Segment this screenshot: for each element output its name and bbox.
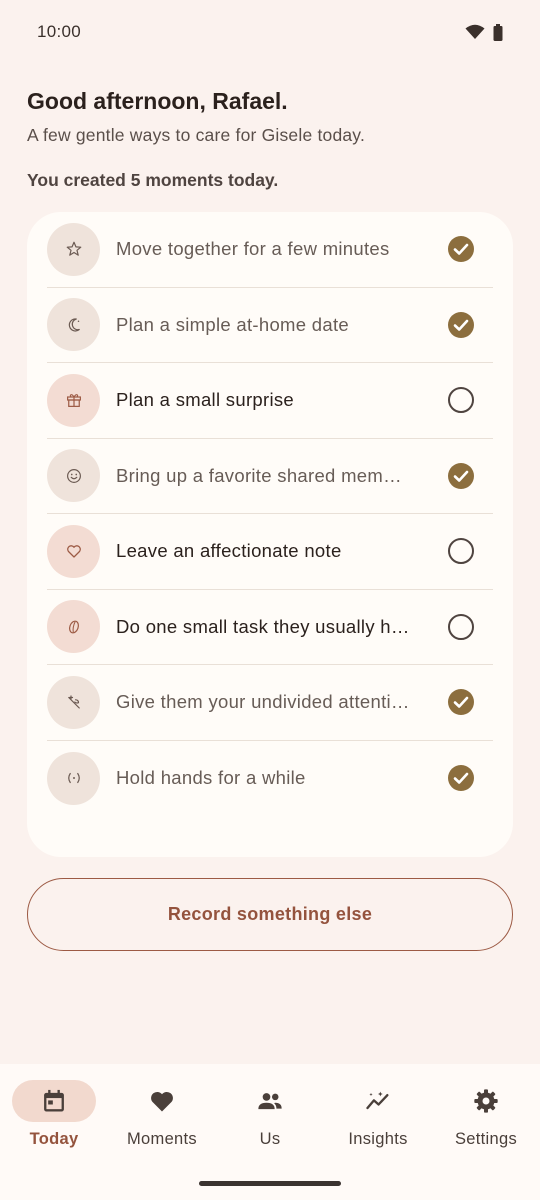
row-icon-badge [47,298,100,352]
heart-icon [66,545,81,558]
moment-row-move-together[interactable]: Move together for a few minutes [47,212,493,288]
moments-summary: You created 5 moments today. [27,170,279,190]
empty-circle-icon[interactable] [447,613,475,641]
gear-icon [474,1089,498,1113]
nav-active-indicator [12,1080,96,1122]
nav-label: Moments [127,1130,197,1148]
moment-label: Give them your undivided attenti… [116,691,410,713]
moment-label: Bring up a favorite shared mem… [116,464,402,486]
checked-circle-icon[interactable] [447,688,475,716]
subtitle: A few gentle ways to care for Gisele tod… [27,125,366,145]
calendar-icon [44,1089,64,1112]
checked-circle-icon[interactable] [447,462,475,490]
moment-row-hold-hands[interactable]: Hold hands for a while [47,741,493,817]
row-icon-badge [47,373,100,427]
nav-icon-container [444,1080,528,1122]
nav-item-insights[interactable]: Insights [324,1064,432,1200]
status-bar: 10:00 [0,0,540,64]
checked-circle-icon[interactable] [447,235,475,263]
moment-row-undivided-attention[interactable]: Give them your undivided attenti… [47,665,493,741]
row-icon-badge [47,600,100,654]
wifi-icon [465,24,485,39]
row-icon-badge [47,222,100,276]
moment-row-small-surprise[interactable]: Plan a small surprise [47,363,493,439]
star-icon [66,241,81,256]
moon-icon [68,318,80,332]
people-icon [258,1093,282,1110]
checked-circle-icon[interactable] [447,764,475,792]
moments-card: Move together for a few minutes Plan a s… [27,212,513,857]
row-icon-badge [47,675,100,729]
checked-circle-icon[interactable] [447,311,475,339]
moment-label: Plan a small surprise [116,389,295,411]
nav-item-us[interactable]: Us [216,1064,324,1200]
nav-label: Insights [348,1130,408,1148]
moment-label: Move together for a few minutes [116,238,390,260]
row-icon-badge [47,524,100,578]
battery-icon [493,23,503,41]
sparkle-icon [67,695,80,709]
moment-label: Plan a simple at-home date [116,313,350,335]
row-icon-badge [47,751,100,805]
bottom-navigation: Today Moments Us Insights Settings [0,1064,540,1200]
insights-icon [366,1091,389,1110]
row-icon-badge [47,449,100,503]
empty-circle-icon[interactable] [447,386,475,414]
home-indicator[interactable] [199,1181,341,1186]
status-icons [465,23,503,41]
nav-label: Settings [454,1130,518,1148]
heart-icon [151,1091,173,1112]
greeting: Good afternoon, Rafael. [27,88,288,114]
moment-row-small-task[interactable]: Do one small task they usually h… [47,590,493,665]
status-time: 10:00 [37,22,82,41]
nav-label: Today [29,1130,79,1148]
moment-row-shared-memory[interactable]: Bring up a favorite shared mem… [47,439,493,514]
moment-label: Do one small task they usually h… [116,615,410,637]
empty-circle-icon[interactable] [447,537,475,565]
moment-row-at-home-date[interactable]: Plan a simple at-home date [47,288,493,363]
nav-icon-container [336,1080,420,1122]
moment-label: Hold hands for a while [116,767,306,789]
nav-item-today[interactable]: Today [0,1064,108,1200]
nav-icon-container [228,1080,312,1122]
nav-item-settings[interactable]: Settings [432,1064,540,1200]
nav-item-moments[interactable]: Moments [108,1064,216,1200]
gift-icon [66,394,81,408]
moment-row-affectionate-note[interactable]: Leave an affectionate note [47,514,493,590]
nav-icon-container [120,1080,204,1122]
moment-label: Leave an affectionate note [116,540,342,562]
connect-icon [67,773,80,784]
smile-icon [66,468,81,483]
nav-label: Us [259,1130,281,1148]
bean-icon [68,620,79,634]
record-something-else-button[interactable]: Record something else [27,878,513,951]
